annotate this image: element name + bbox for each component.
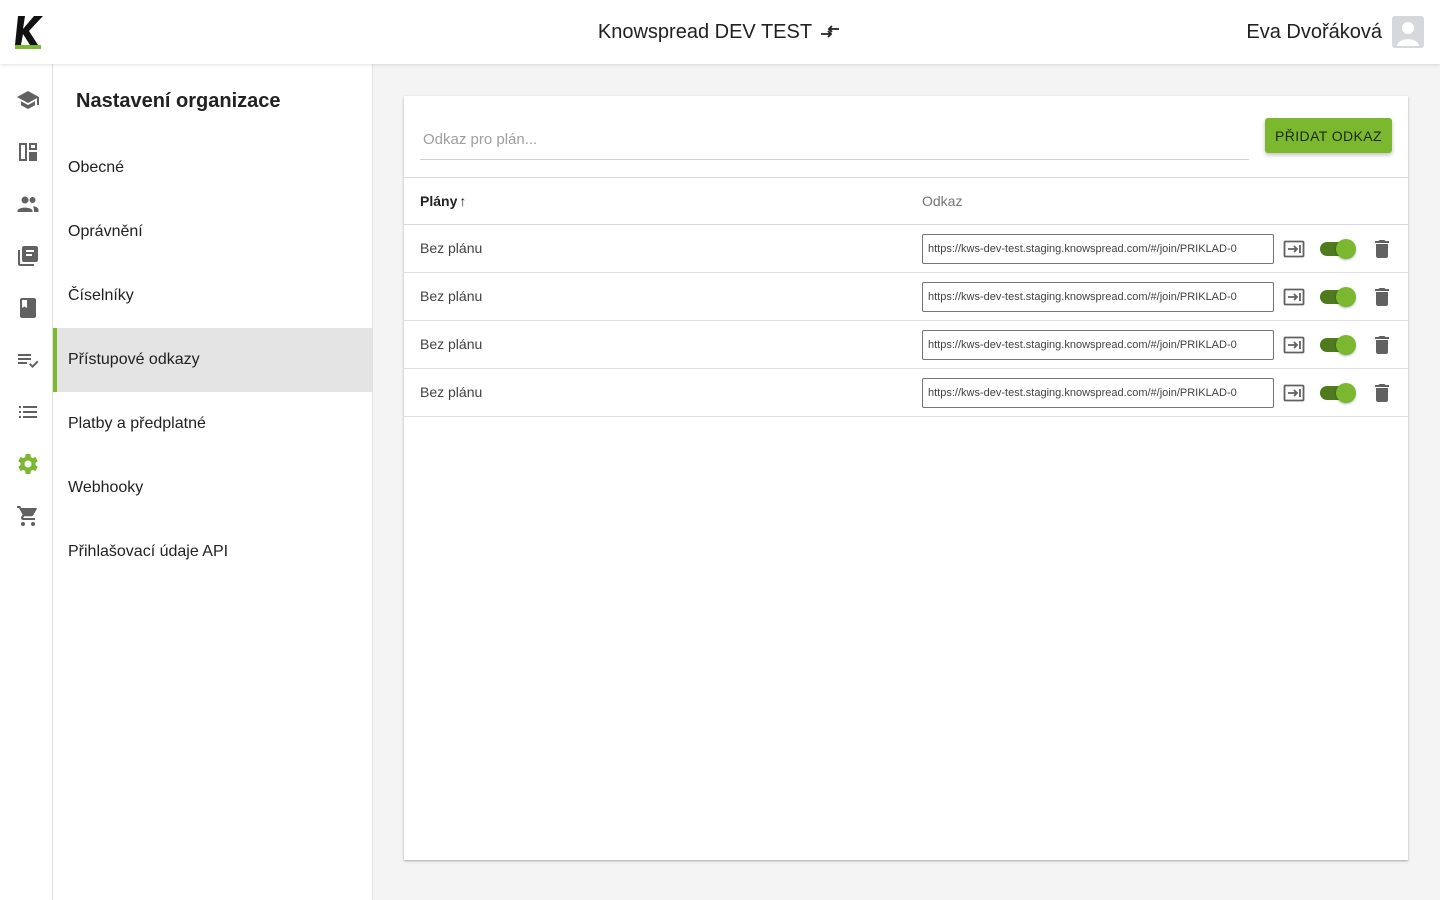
dashboard-icon[interactable] <box>16 140 40 164</box>
menu-item-codebooks[interactable]: Číselníky <box>53 264 372 328</box>
table-row: Bez plánu <box>404 273 1408 321</box>
org-switcher[interactable]: Knowspread DEV TEST <box>0 0 1440 64</box>
avatar[interactable] <box>1392 16 1424 48</box>
delete-icon[interactable] <box>1370 333 1394 357</box>
row-link-field[interactable] <box>922 378 1274 408</box>
row-plan: Bez plánu <box>420 384 483 400</box>
row-plan: Bez plánu <box>420 336 483 352</box>
list-icon[interactable] <box>16 400 40 424</box>
row-plan: Bez plánu <box>420 288 483 304</box>
menu-item-access-links[interactable]: Přístupové odkazy <box>53 328 372 392</box>
table-header: Plány ↑ Odkaz <box>404 177 1408 225</box>
user-menu[interactable]: Eva Dvořáková <box>1246 16 1424 48</box>
copy-link-icon[interactable] <box>1282 237 1306 261</box>
table-row: Bez plánu <box>404 369 1408 417</box>
icon-rail <box>0 64 53 900</box>
link-enabled-toggle[interactable] <box>1320 287 1356 307</box>
copy-link-icon[interactable] <box>1282 381 1306 405</box>
add-link-button[interactable]: PŘIDAT ODKAZ <box>1265 118 1392 153</box>
menu-item-api-credentials[interactable]: Přihlašovací údaje API <box>53 520 372 584</box>
book-icon[interactable] <box>16 296 40 320</box>
cart-icon[interactable] <box>16 504 40 528</box>
table-row: Bez plánu <box>404 225 1408 273</box>
link-enabled-toggle[interactable] <box>1320 335 1356 355</box>
top-bar: Knowspread DEV TEST Eva Dvořáková <box>0 0 1440 64</box>
org-name[interactable]: Knowspread DEV TEST <box>598 21 812 44</box>
row-plan: Bez plánu <box>420 240 483 256</box>
menu-item-permissions[interactable]: Oprávnění <box>53 200 372 264</box>
menu-item-webhooks[interactable]: Webhooky <box>53 456 372 520</box>
gear-icon[interactable] <box>16 452 40 476</box>
link-enabled-toggle[interactable] <box>1320 239 1356 259</box>
copy-link-icon[interactable] <box>1282 285 1306 309</box>
settings-menu: Nastavení organizace Obecné Oprávnění Čí… <box>53 64 373 900</box>
plan-link-input[interactable] <box>420 120 1249 160</box>
people-icon[interactable] <box>16 192 40 216</box>
row-link-field[interactable] <box>922 234 1274 264</box>
link-enabled-toggle[interactable] <box>1320 383 1356 403</box>
user-name[interactable]: Eva Dvořáková <box>1246 21 1382 44</box>
menu-item-payments[interactable]: Platby a předplatné <box>53 392 372 456</box>
library-icon[interactable] <box>16 244 40 268</box>
row-link-field[interactable] <box>922 330 1274 360</box>
settings-menu-title: Nastavení organizace <box>76 90 281 112</box>
column-header-plans-label[interactable]: Plány <box>420 193 457 209</box>
access-links-card: PŘIDAT ODKAZ Plány ↑ Odkaz Bez plánu Bez… <box>404 96 1408 860</box>
copy-link-icon[interactable] <box>1282 333 1306 357</box>
delete-icon[interactable] <box>1370 381 1394 405</box>
row-link-field[interactable] <box>922 282 1274 312</box>
school-icon[interactable] <box>16 88 40 112</box>
menu-item-general[interactable]: Obecné <box>53 136 372 200</box>
sort-arrow-icon[interactable]: ↑ <box>459 193 466 209</box>
delete-icon[interactable] <box>1370 237 1394 261</box>
delete-icon[interactable] <box>1370 285 1394 309</box>
column-header-plans[interactable]: Plány ↑ <box>420 193 466 209</box>
table-row: Bez plánu <box>404 321 1408 369</box>
swap-icon[interactable] <box>818 20 842 44</box>
playlist-check-icon[interactable] <box>16 348 40 372</box>
column-header-link: Odkaz <box>922 193 963 209</box>
